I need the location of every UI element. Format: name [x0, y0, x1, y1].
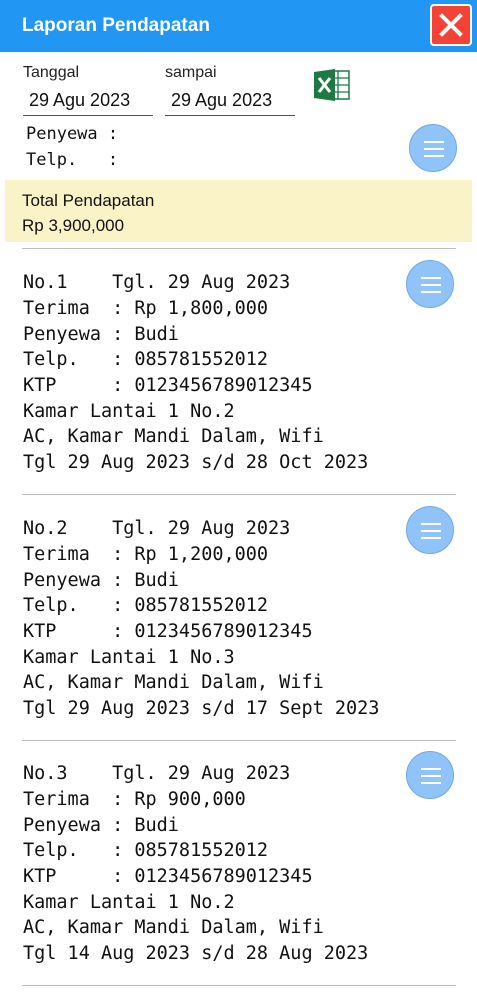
excel-export-button[interactable] [313, 68, 351, 107]
record-number-date: No.2 Tgl. 29 Aug 2023 [23, 518, 291, 539]
record-amount: Terima : Rp 1,200,000 [23, 544, 269, 565]
from-date-field[interactable]: 29 Agu 2023 [23, 86, 153, 116]
to-date-field[interactable]: 29 Agu 2023 [165, 86, 295, 116]
close-icon [439, 13, 463, 37]
to-date-label: sampai [165, 64, 217, 81]
from-date-label: Tanggal [23, 64, 80, 81]
app-bar: Laporan Pendapatan [0, 0, 477, 52]
record-phone: Telp. : 085781552012 [23, 349, 269, 370]
record-number-date: No.3 Tgl. 29 Aug 2023 [23, 763, 291, 784]
record-period: Tgl 29 Aug 2023 s/d 28 Oct 2023 [23, 452, 369, 473]
total-income-panel: Total Pendapatan Rp 3,900,000 [5, 180, 472, 242]
record-amount: Terima : Rp 900,000 [23, 789, 246, 810]
excel-icon [314, 69, 350, 101]
record-ktp: KTP : 0123456789012345 [23, 375, 313, 396]
record-number-date: No.1 Tgl. 29 Aug 2023 [23, 272, 291, 293]
record-menu-button[interactable] [406, 751, 454, 799]
record-phone: Telp. : 085781552012 [23, 595, 269, 616]
income-record[interactable]: No.2 Tgl. 29 Aug 2023 Terima : Rp 1,200,… [0, 504, 477, 744]
income-record[interactable]: No.1 Tgl. 29 Aug 2023 Terima : Rp 1,800,… [0, 258, 477, 498]
divider [22, 494, 456, 495]
record-room: Kamar Lantai 1 No.2 [23, 401, 235, 422]
record-facilities: AC, Kamar Mandi Dalam, Wifi [23, 917, 324, 938]
record-period: Tgl 14 Aug 2023 s/d 28 Aug 2023 [23, 943, 369, 964]
record-phone: Telp. : 085781552012 [23, 840, 269, 861]
divider [22, 740, 456, 741]
income-record[interactable]: No.3 Tgl. 29 Aug 2023 Terima : Rp 900,00… [0, 749, 477, 989]
tenant-phone-line: Telp. : [26, 150, 119, 170]
record-room: Kamar Lantai 1 No.2 [23, 892, 235, 913]
record-facilities: AC, Kamar Mandi Dalam, Wifi [23, 426, 324, 447]
record-facilities: AC, Kamar Mandi Dalam, Wifi [23, 672, 324, 693]
tenant-name-line: Penyewa : [26, 124, 119, 144]
record-menu-button[interactable] [406, 506, 454, 554]
page-title: Laporan Pendapatan [22, 15, 210, 36]
close-button[interactable] [430, 4, 472, 46]
total-income-value: Rp 3,900,000 [22, 216, 125, 235]
record-ktp: KTP : 0123456789012345 [23, 866, 313, 887]
record-tenant: Penyewa : Budi [23, 570, 179, 591]
header-menu-button[interactable] [409, 124, 457, 172]
record-tenant: Penyewa : Budi [23, 815, 179, 836]
total-income-label: Total Pendapatan [22, 191, 155, 210]
divider [22, 248, 456, 249]
record-menu-button[interactable] [406, 260, 454, 308]
record-room: Kamar Lantai 1 No.3 [23, 647, 235, 668]
record-ktp: KTP : 0123456789012345 [23, 621, 313, 642]
divider [22, 985, 456, 986]
record-amount: Terima : Rp 1,800,000 [23, 298, 269, 319]
record-period: Tgl 29 Aug 2023 s/d 17 Sept 2023 [23, 698, 380, 719]
record-tenant: Penyewa : Budi [23, 324, 179, 345]
